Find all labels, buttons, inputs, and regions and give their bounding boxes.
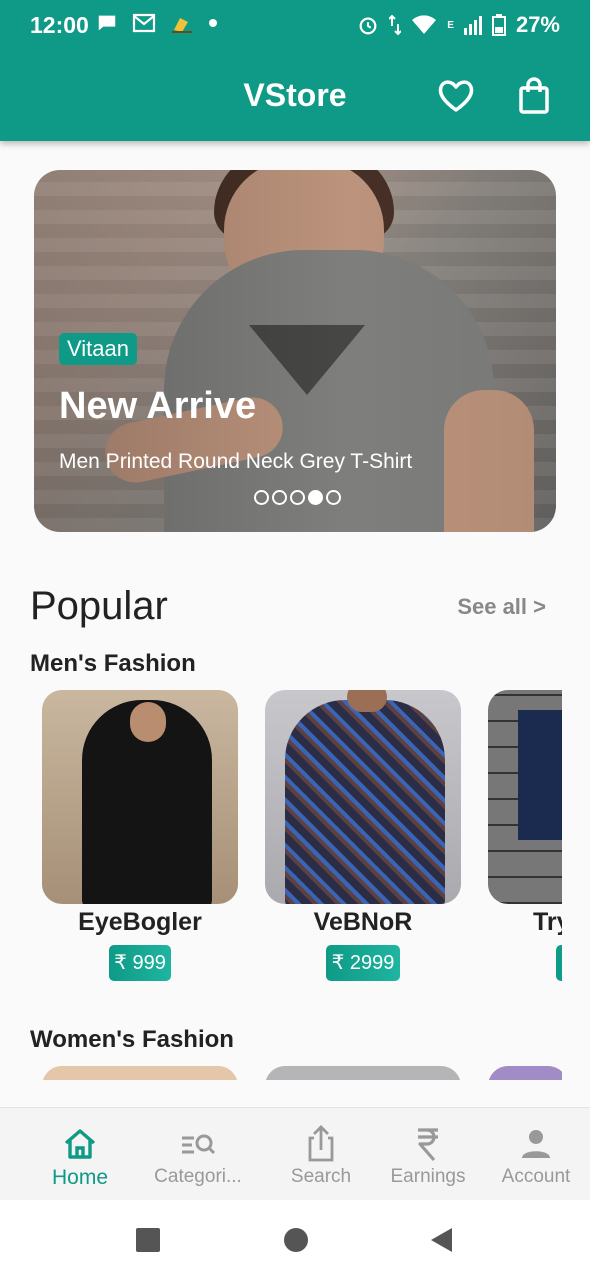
status-time: 12:00 [30,12,89,38]
product-image[interactable] [42,690,238,904]
product-image[interactable] [42,1066,238,1080]
brand-tag: Vitaan [59,333,137,365]
nav-label-account: Account [501,1166,571,1187]
status-bar: 12:00 E 27% [0,0,590,52]
more-notifications-dot-icon [209,19,217,27]
product-card[interactable]: VeBNoR ₹ 2999 [265,690,461,981]
nav-label-categories: Categori... [154,1166,242,1187]
category-search-icon [182,1134,216,1155]
banner-subtitle: Men Printed Round Neck Grey T-Shirt [59,450,413,473]
app-notification-icon [172,18,192,33]
product-name: Try [533,908,562,936]
carousel-dot[interactable] [254,490,269,505]
data-arrows-icon [389,14,402,36]
product-model-face [130,702,166,742]
recents-square-icon[interactable] [134,1226,162,1254]
carousel-indicator [254,490,341,505]
mens-fashion-heading: Men's Fashion [30,650,196,677]
carousel-dot-active[interactable] [308,490,323,505]
see-all-link[interactable]: See all > [457,594,546,620]
product-name: VeBNoR [313,908,413,936]
product-price-badge: ₹ 2999 [326,945,400,981]
nav-label-search: Search [290,1166,352,1187]
shopping-bag-icon[interactable] [514,76,554,116]
product-image[interactable] [488,1066,562,1080]
nav-label-home: Home [51,1166,109,1189]
product-card[interactable]: EyeBogler ₹ 999 [42,690,238,981]
battery-icon [491,14,506,36]
product-model [518,710,562,840]
gmail-icon [132,13,156,33]
nav-item-home[interactable]: Home [21,1108,139,1201]
nav-label-earnings: Earnings [390,1166,466,1187]
network-type-label: E [447,19,454,31]
battery-percentage: 27% [515,12,560,37]
carousel-dot[interactable] [272,490,287,505]
carousel-dot[interactable] [326,490,341,505]
wifi-icon [412,15,437,34]
womens-fashion-heading: Women's Fashion [30,1026,234,1053]
app-title: VStore [243,77,347,113]
nav-item-search[interactable]: Search [262,1108,380,1201]
product-model [285,700,445,904]
nav-item-categories[interactable]: Categori... [139,1108,257,1201]
product-price-badge: ₹ 999 [109,945,171,981]
system-navigation-bar [0,1200,590,1280]
womens-fashion-carousel[interactable] [42,1066,562,1080]
mens-fashion-carousel[interactable]: EyeBogler ₹ 999 VeBNoR ₹ 2999 Try ₹ [42,690,562,990]
top-app-bar: 12:00 E 27% VStore [0,0,590,141]
product-name: EyeBogler [78,908,202,936]
promo-banner[interactable]: Vitaan New Arrive Men Printed Round Neck… [34,170,556,532]
home-circle-icon[interactable] [282,1226,310,1254]
carousel-dot[interactable] [290,490,305,505]
popular-heading: Popular [30,584,168,628]
alarm-icon [359,17,377,35]
bottom-navigation: Home Categori... Search Earnings Account [0,1107,590,1200]
system-status-icons: E 27% [357,12,560,38]
nav-item-earnings[interactable]: Earnings [369,1108,487,1201]
product-card[interactable]: Try ₹ [488,690,562,981]
home-icon [64,1129,96,1159]
share-icon [308,1125,334,1162]
notification-icons [96,12,218,34]
person-icon [522,1130,550,1158]
product-price-badge: ₹ [556,945,562,981]
product-image[interactable] [265,1066,461,1080]
product-image[interactable] [488,690,562,904]
product-model-face [347,690,387,712]
rupee-icon [418,1128,438,1162]
product-image[interactable] [265,690,461,904]
nav-item-account[interactable]: Account [477,1108,590,1201]
chat-bubble-icon [98,15,116,31]
back-triangle-icon[interactable] [428,1226,456,1254]
banner-headline: New Arrive [59,385,257,427]
heart-outline-icon[interactable] [436,76,476,116]
signal-icon [463,16,482,35]
